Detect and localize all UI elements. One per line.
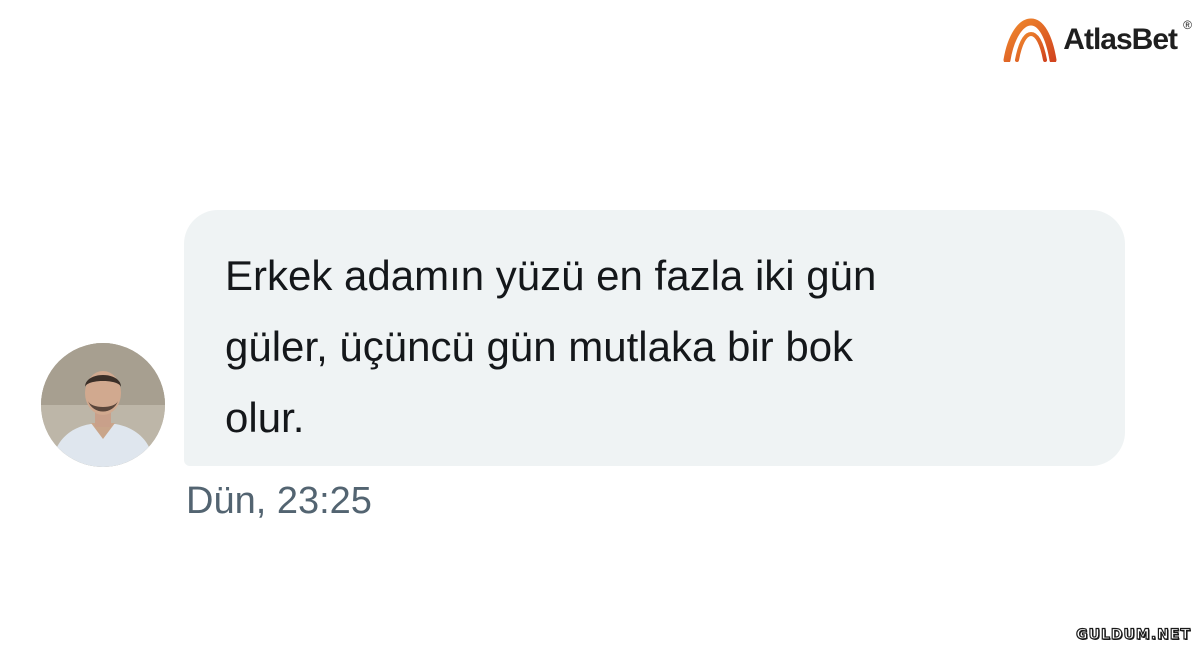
brand-logo: AtlasBet ® xyxy=(1003,18,1192,62)
brand-name: AtlasBet ® xyxy=(1063,18,1192,56)
user-photo-icon xyxy=(41,343,165,467)
message-text: Erkek adamın yüzü en fazla iki gün güler… xyxy=(225,252,877,441)
atlasbet-arch-icon xyxy=(1003,18,1057,62)
registered-mark: ® xyxy=(1183,18,1192,32)
message-timestamp: Dün, 23:25 xyxy=(186,480,372,522)
avatar[interactable] xyxy=(41,343,165,467)
watermark: GULDUM.NET xyxy=(1076,626,1191,643)
message-bubble[interactable]: Erkek adamın yüzü en fazla iki gün güler… xyxy=(184,210,1125,466)
